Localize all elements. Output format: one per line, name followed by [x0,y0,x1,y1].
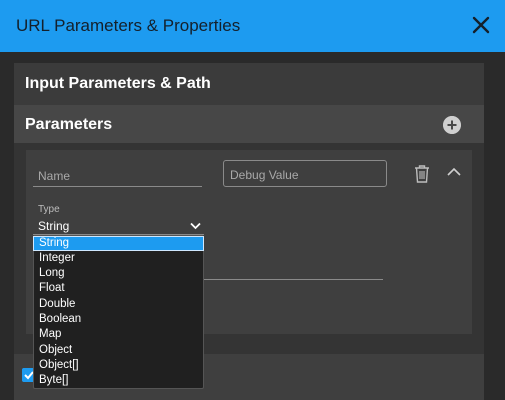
close-icon[interactable] [470,14,492,36]
parameters-title: Parameters [25,116,113,133]
add-circle-icon[interactable] [443,116,461,134]
dropdown-option-long[interactable]: Long [33,266,204,281]
type-select-value[interactable]: String [38,219,69,233]
dropdown-option-object-array[interactable]: Object[] [33,358,204,373]
dropdown-option-object[interactable]: Object [33,343,204,358]
dropdown-option-string[interactable]: String [33,236,204,251]
dropdown-option-integer[interactable]: Integer [33,251,204,266]
dropdown-option-double[interactable]: Double [33,297,204,312]
trash-icon[interactable] [414,165,430,183]
dropdown-option-float[interactable]: Float [33,281,204,296]
dialog-title: URL Parameters & Properties [16,16,241,35]
chevron-up-icon[interactable] [447,167,461,177]
debug-value-placeholder: Debug Value [230,168,299,182]
chevron-down-icon[interactable] [190,222,201,230]
type-label: Type [38,204,60,215]
input-parameters-title: Input Parameters & Path [25,75,211,92]
name-field-placeholder: Name [38,169,71,183]
dropdown-option-byte-array[interactable]: Byte[] [33,373,204,388]
dropdown-option-map[interactable]: Map [33,327,204,342]
parameter-field-underline [203,279,383,280]
dropdown-option-boolean[interactable]: Boolean [33,312,204,327]
